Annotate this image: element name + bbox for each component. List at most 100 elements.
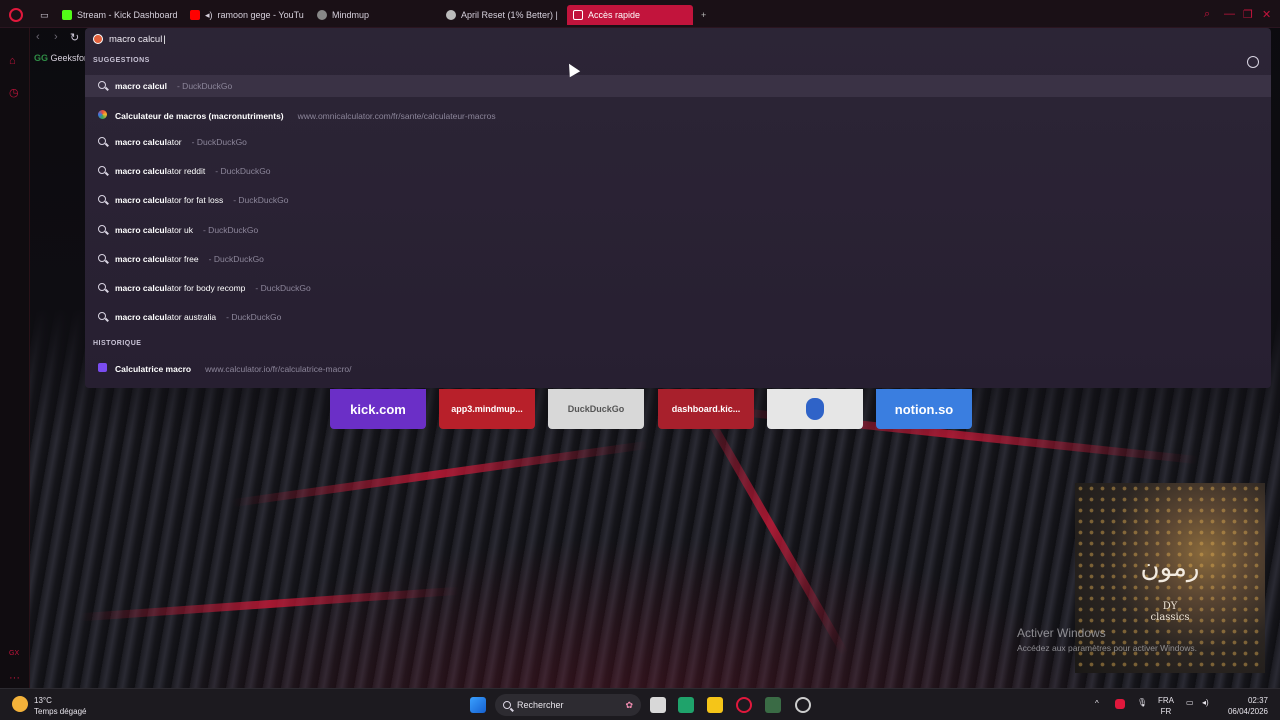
suggestion-item[interactable]: macro calculator uk - DuckDuckGo — [85, 219, 1271, 241]
network-icon[interactable]: ▭ — [1186, 698, 1194, 707]
cherry-blossom-icon: ✿ — [625, 699, 633, 710]
search-icon — [97, 136, 107, 148]
search-icon — [503, 701, 511, 709]
globe-icon — [446, 10, 456, 20]
speed-dial-label: notion.so — [894, 401, 954, 417]
calculator-favicon-icon — [97, 363, 107, 375]
app-icon[interactable] — [795, 697, 811, 713]
search-engine-label: - DuckDuckGo — [202, 225, 259, 235]
search-engine-label: - DuckDuckGo — [255, 283, 311, 293]
duckduckgo-icon — [93, 34, 103, 44]
opera-gx-icon[interactable] — [736, 697, 752, 713]
speed-dial-tile[interactable] — [767, 389, 863, 429]
shield-user-icon — [806, 398, 824, 420]
search-tabs-icon[interactable]: ⌕ — [1204, 8, 1210, 21]
search-icon — [97, 194, 107, 206]
speed-dial-tile[interactable]: DuckDuckGo — [548, 389, 644, 429]
language-indicator[interactable]: FRA FR — [1158, 695, 1174, 717]
bookmark-geeksforgeeks[interactable]: GG Geeksforg — [34, 53, 92, 63]
activation-watermark: Activer Windows Accédez aux paramètres p… — [1017, 626, 1197, 653]
forward-button[interactable]: › — [54, 31, 58, 43]
new-tab-button[interactable]: + — [695, 5, 709, 25]
gx-icon[interactable]: GX — [9, 650, 21, 662]
address-bar[interactable]: macro calcul — [89, 30, 1259, 48]
pycharm-icon[interactable] — [678, 697, 694, 713]
search-engine-label: - DuckDuckGo — [233, 195, 289, 205]
weather-widget[interactable]: 13°C Temps dégagé — [34, 695, 86, 717]
speed-dial-label: dashboard.kic... — [671, 404, 741, 414]
reload-button[interactable]: ↻ — [70, 31, 79, 44]
task-view-icon[interactable] — [650, 697, 666, 713]
gear-icon — [317, 10, 327, 20]
suggestions-header: SUGGESTIONS — [93, 57, 150, 64]
speed-dial-tile[interactable]: app3.mindmup... — [439, 389, 535, 429]
pip-subtitle: DY classics — [1150, 601, 1190, 623]
suggestion-item[interactable]: macro calculator - DuckDuckGo — [85, 131, 1271, 153]
address-input[interactable]: macro calcul — [109, 34, 166, 45]
microphone-icon[interactable]: 🎙 — [1137, 698, 1147, 707]
clock[interactable]: 02:37 06/04/2026 — [1222, 695, 1268, 717]
history-url: www.calculator.io/fr/calculatrice-macro/ — [205, 364, 352, 374]
suggestion-text: macro calculator australia — [115, 312, 217, 322]
suggestion-item[interactable]: macro calculator australia - DuckDuckGo — [85, 306, 1271, 328]
suggestion-item[interactable]: macro calculator for fat loss - DuckDuckG… — [85, 189, 1271, 211]
search-engine-label: - DuckDuckGo — [215, 166, 271, 176]
speed-dial-tile[interactable]: notion.so — [876, 389, 972, 429]
minimize-button[interactable]: — — [1224, 8, 1235, 20]
volume-icon[interactable]: ◂) — [1202, 698, 1209, 707]
sidebar: ⌂ ◷ GX ··· — [0, 28, 30, 688]
windows-start-icon[interactable] — [470, 697, 486, 713]
tab-kick-dashboard[interactable]: Stream - Kick Dashboard — [56, 5, 184, 25]
workspaces-icon[interactable]: ▭ — [34, 5, 56, 25]
suggestion-item[interactable]: Calculateur de macros (macronutriments) w… — [85, 105, 1271, 127]
suggestion-text: macro calculator free — [115, 254, 199, 264]
more-icon[interactable]: ··· — [9, 672, 21, 684]
sticky-notes-icon[interactable] — [707, 697, 723, 713]
history-icon[interactable]: ◷ — [9, 86, 21, 99]
search-icon — [97, 282, 107, 294]
search-engine-label: - DuckDuckGo — [191, 137, 247, 147]
tab-acces-rapide[interactable]: Accès rapide — [567, 5, 693, 25]
tab-youtube[interactable]: ◂) ramoon gege - YouTube — [184, 5, 304, 25]
suggestion-text: macro calculator uk — [115, 225, 193, 235]
search-icon — [97, 253, 107, 265]
suggestion-item[interactable]: macro calcul - DuckDuckGo — [85, 75, 1271, 97]
search-icon — [97, 80, 107, 92]
grid-icon — [573, 10, 583, 20]
tab-mindmup[interactable]: Mindmup — [311, 5, 431, 25]
suggestion-url: www.omnicalculator.com/fr/sante/calculat… — [297, 111, 496, 121]
search-icon — [97, 165, 107, 177]
speed-dial-label: kick.com — [350, 401, 406, 417]
suggestion-text: macro calculator for body recomp — [115, 283, 246, 293]
speed-dial-tile[interactable]: kick.com — [330, 389, 426, 429]
close-window-button[interactable]: ✕ — [1262, 8, 1271, 21]
suggestion-item[interactable]: macro calculator reddit - DuckDuckGo — [85, 160, 1271, 182]
league-icon[interactable] — [765, 697, 781, 713]
search-engine-label: - DuckDuckGo — [176, 81, 233, 91]
kick-icon — [62, 10, 72, 20]
home-icon[interactable]: ⌂ — [9, 55, 21, 67]
suggestion-item[interactable]: macro calculator free - DuckDuckGo — [85, 248, 1271, 270]
tab-april-reset[interactable]: April Reset (1% Better) | S — [440, 5, 560, 25]
history-header: HISTORIQUE — [93, 340, 142, 347]
search-engine-label: - DuckDuckGo — [208, 254, 264, 264]
tray-app-icon[interactable] — [1115, 699, 1125, 709]
emoji-icon[interactable] — [1247, 56, 1259, 68]
suggestion-text: macro calcul — [115, 81, 167, 91]
address-suggestions-dropdown: macro calcul SUGGESTIONS macro calcul - D… — [85, 28, 1271, 388]
omni-favicon-icon — [97, 110, 107, 122]
weather-moon-icon[interactable] — [12, 696, 28, 712]
opera-menu-icon[interactable] — [9, 8, 23, 22]
history-item[interactable]: Calculatrice macro www.calculator.io/fr/c… — [85, 358, 1271, 380]
history-text: Calculatrice macro — [115, 364, 192, 374]
taskbar-search[interactable]: Rechercher ✿ — [495, 694, 641, 716]
youtube-icon — [190, 10, 200, 20]
maximize-button[interactable]: ❐ — [1243, 8, 1253, 21]
pip-title: رمون — [1140, 553, 1200, 583]
back-button[interactable]: ‹ — [36, 31, 40, 43]
speed-dial-tile[interactable]: dashboard.kic... — [658, 389, 754, 429]
suggestion-item[interactable]: macro calculator for body recomp - DuckDu… — [85, 277, 1271, 299]
speaker-icon[interactable]: ◂) — [205, 10, 213, 21]
search-engine-label: - DuckDuckGo — [226, 312, 282, 322]
chevron-up-icon[interactable]: ^ — [1095, 699, 1099, 708]
